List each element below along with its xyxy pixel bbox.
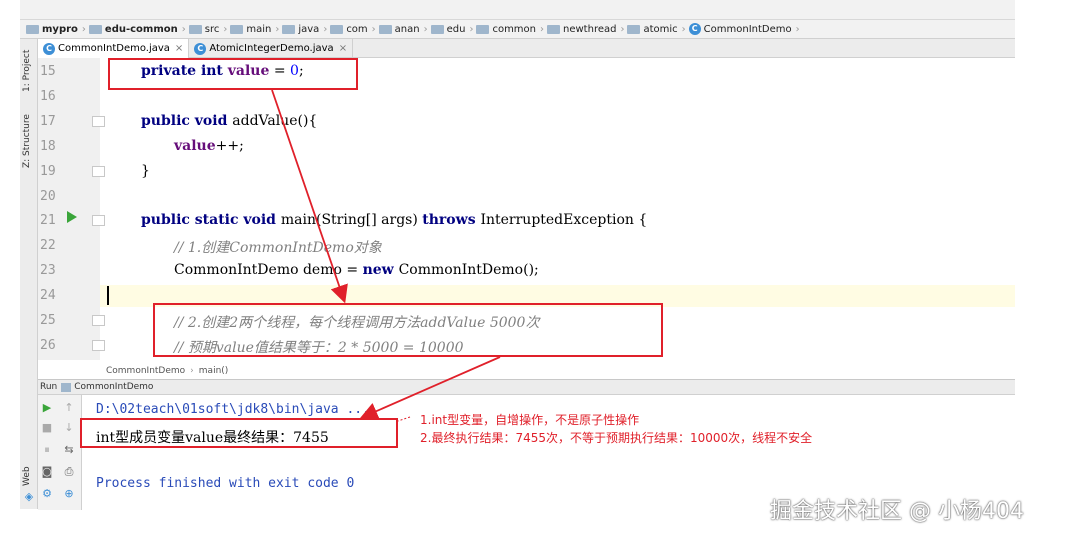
watermark: 掘金技术社区 @ 小杨404 [770,499,1024,524]
arrow-comment-to-result [359,356,501,420]
arrow-field-to-comment [271,89,348,304]
annotation-leader [397,416,411,422]
annotation-note-1: 1.int型变量，自增操作，不是原子性操作 [420,413,640,427]
annotation-arrows [271,89,501,422]
annotation-note-2: 2.最终执行结果：7455次，不等于预期执行结果：10000次，线程不安全 [420,431,813,445]
